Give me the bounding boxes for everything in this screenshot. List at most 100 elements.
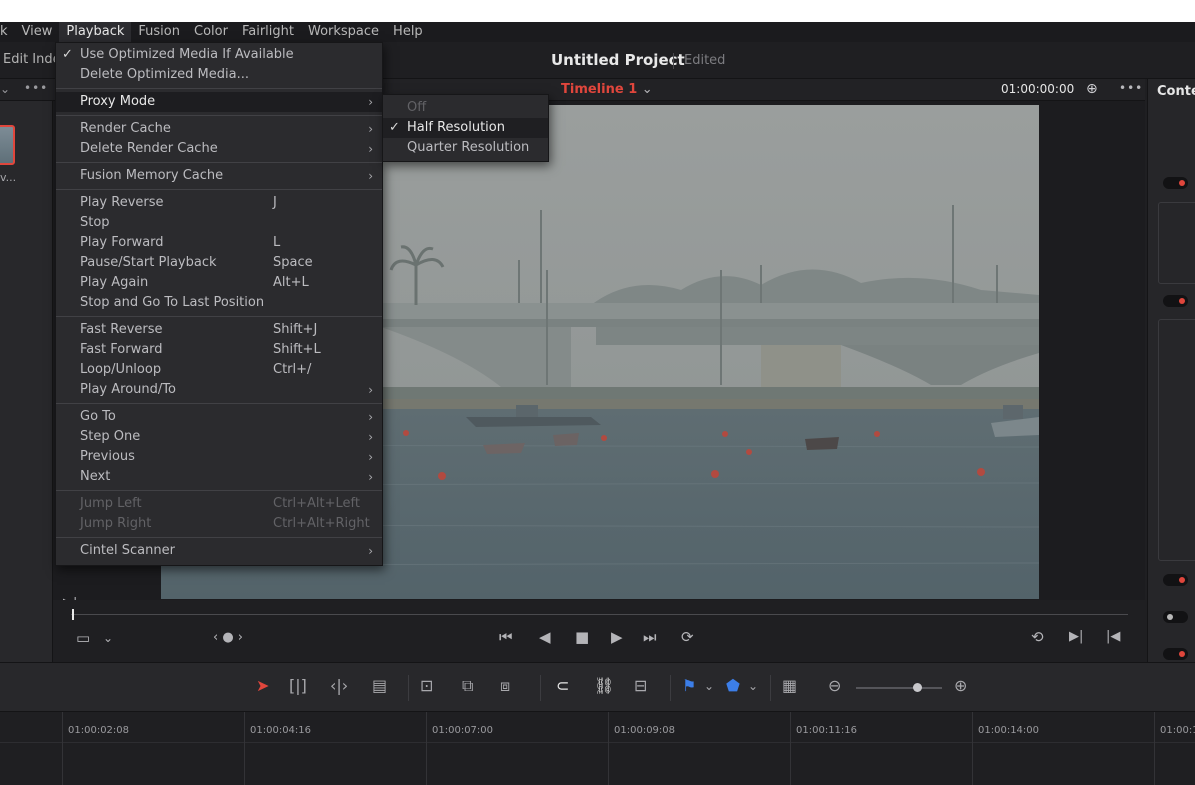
menu-item-stop[interactable]: Stop [56, 213, 382, 233]
menu-workspace[interactable]: Workspace [301, 22, 386, 42]
menu-item-play-again[interactable]: Play Again Alt+L [56, 273, 382, 293]
snapping-icon[interactable]: ⊂ [556, 677, 569, 695]
playhead[interactable] [72, 609, 74, 620]
last-frame-icon[interactable]: ⏭ [643, 629, 657, 645]
jog-nav-icon[interactable]: ‹ ● › [213, 630, 243, 646]
edit-index-tab[interactable]: Edit Inde [3, 52, 61, 67]
menu-item-use-optimized-media[interactable]: ✓ Use Optimized Media If Available [56, 45, 382, 65]
menu-item-shortcut: J [273, 195, 277, 210]
zoom-slider-handle[interactable] [913, 683, 922, 692]
menu-edit[interactable]: k [0, 22, 15, 42]
insert-clip-icon[interactable]: ⊡ [420, 677, 433, 695]
match-frame-icon[interactable]: ⟲ [1031, 629, 1044, 645]
submenu-item-half-resolution[interactable]: ✓ Half Resolution [383, 118, 548, 138]
menu-item-fusion-memory-cache[interactable]: Fusion Memory Cache › [56, 166, 382, 186]
menu-item-previous[interactable]: Previous › [56, 447, 382, 467]
chevron-down-icon[interactable]: ⌄ [103, 630, 113, 646]
replace-clip-icon[interactable]: ⧈ [500, 677, 510, 695]
menu-fairlight[interactable]: Fairlight [235, 22, 301, 42]
timecode-display[interactable]: 01:00:00:00 [1001, 82, 1074, 96]
menu-item-label: Jump Left [80, 496, 142, 511]
menu-item-pause-start-playback[interactable]: Pause/Start Playback Space [56, 253, 382, 273]
zoom-in-icon[interactable]: ⊕ [954, 677, 967, 695]
menu-item-fast-forward[interactable]: Fast Forward Shift+L [56, 340, 382, 360]
chevron-down-icon[interactable]: ⌄ [0, 82, 10, 96]
menu-item-delete-optimized-media[interactable]: Delete Optimized Media... [56, 65, 382, 85]
play-reverse-icon[interactable]: ◀ [539, 629, 551, 645]
first-frame-icon[interactable]: ⏮ [499, 629, 513, 645]
project-status: Edited [684, 53, 726, 68]
edit-toolbar: ➤ [|] ‹|› ▤ ⊡ ⧉ ⧈ ⊂ ⛓ ⊟ ⚑ ⌄ ⬟ ⌄ ▦ ⊖ ⊕ [0, 662, 1195, 712]
marker-icon[interactable]: ⬟ [726, 677, 740, 695]
menu-playback[interactable]: Playback [59, 22, 132, 42]
menu-separator [56, 189, 382, 190]
ruler-divider [0, 742, 1195, 743]
selection-tool-icon[interactable]: ➤ [256, 677, 269, 695]
dynamic-trim-icon[interactable]: ‹|› [330, 677, 348, 695]
more-dots-icon[interactable]: ••• [1119, 81, 1143, 95]
menu-color[interactable]: Color [187, 22, 235, 42]
ruler-tick-label: 01:00:04:16 [250, 725, 312, 736]
menu-item-shortcut: Ctrl+Alt+Left [273, 496, 360, 511]
menu-item-step-one[interactable]: Step One › [56, 427, 382, 447]
menu-view[interactable]: View [15, 22, 60, 42]
chevron-right-icon: › [368, 95, 373, 109]
chevron-down-icon[interactable]: ⌄ [704, 677, 714, 695]
timeline-selector[interactable]: Timeline 1 ⌄ [561, 82, 653, 97]
chevron-right-icon: › [368, 383, 373, 397]
menu-help[interactable]: Help [386, 22, 430, 42]
overwrite-clip-icon[interactable]: ⧉ [462, 677, 473, 695]
menu-item-label: Play Around/To [80, 382, 176, 397]
toggle-switch[interactable] [1163, 648, 1188, 660]
toggle-switch[interactable] [1163, 177, 1188, 189]
more-dots-icon[interactable]: ••• [24, 81, 48, 95]
menu-item-fast-reverse[interactable]: Fast Reverse Shift+J [56, 320, 382, 340]
menu-item-cintel-scanner[interactable]: Cintel Scanner › [56, 541, 382, 561]
color-picker-icon[interactable]: ⊕ [1086, 81, 1098, 97]
timeline-ruler[interactable]: 01:00:02:08 01:00:04:16 01:00:07:00 01:0… [0, 712, 1195, 785]
menu-item-play-forward[interactable]: Play Forward L [56, 233, 382, 253]
position-lock-icon[interactable]: ⊟ [634, 677, 647, 695]
inspector-box [1158, 319, 1195, 561]
clip-thumbnail[interactable] [0, 125, 15, 165]
scrub-bar[interactable] [71, 614, 1128, 615]
zoom-out-icon[interactable]: ⊖ [828, 677, 841, 695]
menu-fusion[interactable]: Fusion [131, 22, 187, 42]
menu-item-label: Quarter Resolution [407, 140, 530, 155]
play-icon[interactable]: ▶ [611, 629, 623, 645]
toggle-switch[interactable] [1163, 295, 1188, 307]
menu-item-next[interactable]: Next › [56, 467, 382, 487]
menu-item-jump-right: Jump Right Ctrl+Alt+Right [56, 514, 382, 534]
menu-item-delete-render-cache[interactable]: Delete Render Cache › [56, 139, 382, 159]
trim-tool-icon[interactable]: [|] [289, 677, 307, 695]
menu-separator [56, 88, 382, 89]
menu-item-render-cache[interactable]: Render Cache › [56, 119, 382, 139]
toolbar-divider [770, 675, 771, 701]
zoom-slider[interactable] [856, 687, 942, 689]
chevron-down-icon[interactable]: ⌄ [748, 677, 758, 695]
link-icon[interactable]: ⛓ [594, 677, 614, 695]
toggle-switch[interactable] [1163, 611, 1188, 623]
flag-icon[interactable]: ⚑ [682, 677, 696, 695]
ruler-tick-label: 01:00:14:00 [978, 725, 1040, 736]
menu-item-play-reverse[interactable]: Play Reverse J [56, 193, 382, 213]
menu-item-proxy-mode[interactable]: Proxy Mode › [56, 92, 382, 112]
loop-icon[interactable]: ⟳ [681, 629, 694, 645]
toggle-switch[interactable] [1163, 574, 1188, 586]
submenu-item-off[interactable]: Off [383, 98, 548, 118]
previous-edit-icon[interactable]: |◀ [1106, 629, 1120, 645]
ruler-tick [1154, 712, 1155, 785]
viewer-transform-icon[interactable]: ▭ [76, 630, 90, 646]
menu-item-play-around-to[interactable]: Play Around/To › [56, 380, 382, 400]
stop-icon[interactable]: ■ [575, 629, 589, 645]
next-edit-icon[interactable]: ▶| [1069, 629, 1083, 645]
menu-item-loop-unloop[interactable]: Loop/Unloop Ctrl+/ [56, 360, 382, 380]
ruler-tick-label: 01:00:11:16 [796, 725, 858, 736]
menu-item-stop-and-go-to-last-position[interactable]: Stop and Go To Last Position [56, 293, 382, 313]
submenu-item-quarter-resolution[interactable]: Quarter Resolution [383, 138, 548, 158]
blade-tool-icon[interactable]: ▤ [372, 677, 387, 695]
menu-item-label: Previous [80, 449, 135, 464]
menu-item-go-to[interactable]: Go To › [56, 407, 382, 427]
menu-item-label: Delete Render Cache [80, 141, 218, 156]
timeline-view-icon[interactable]: ▦ [782, 677, 797, 695]
